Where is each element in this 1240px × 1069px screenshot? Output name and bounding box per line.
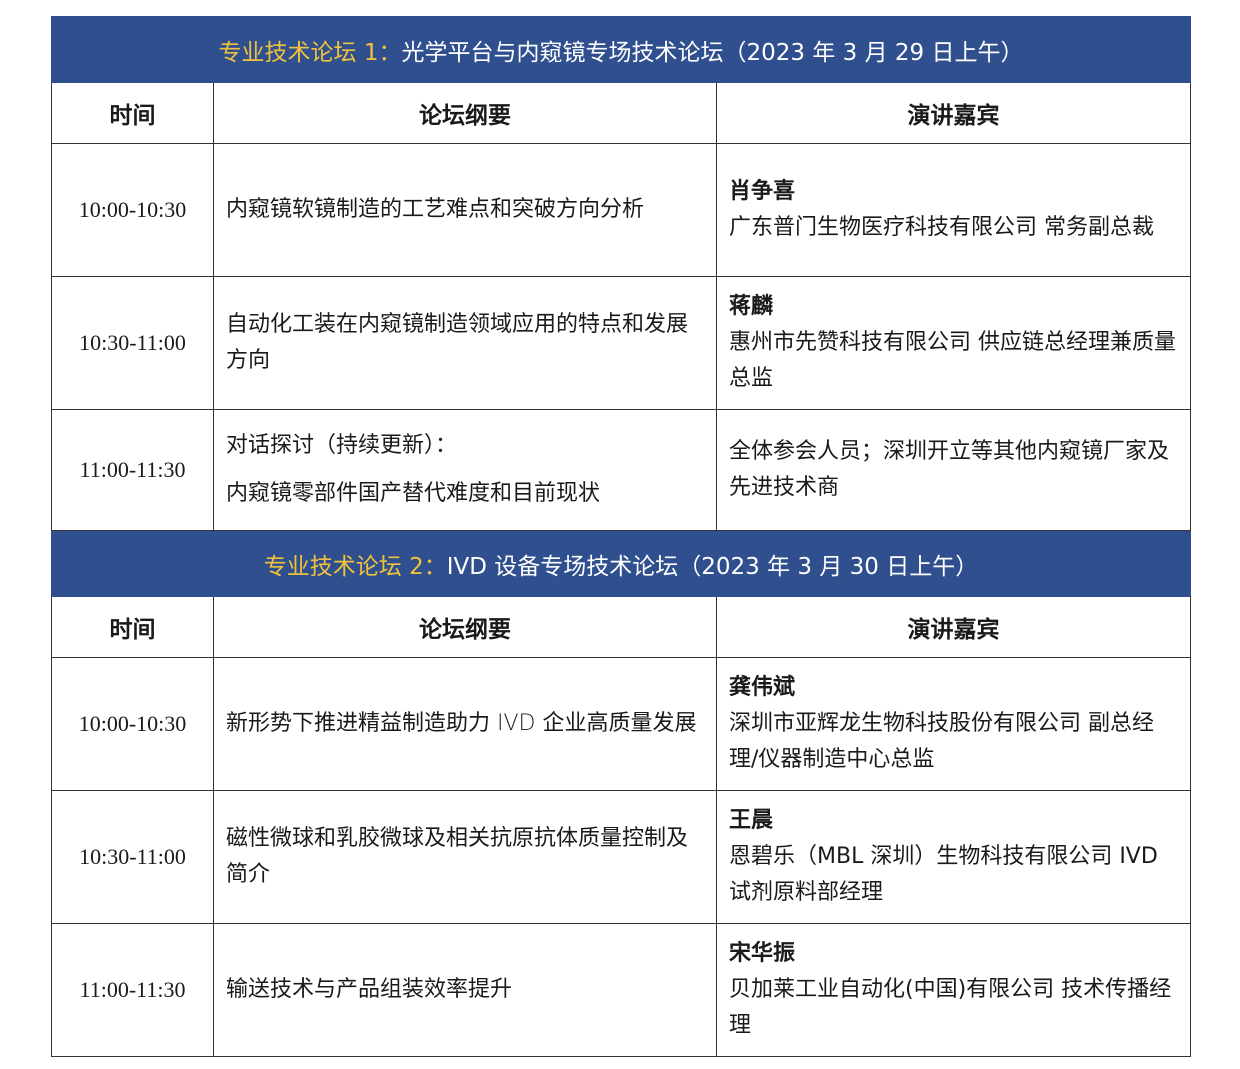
header-speaker: 演讲嘉宾: [715, 596, 1192, 658]
session-time: 10:30-11:00: [51, 276, 214, 410]
session-topic: 磁性微球和乳胶微球及相关抗原抗体质量控制及简介: [213, 790, 717, 924]
session-speaker: 王晨 恩碧乐（MBL 深圳）生物科技有限公司 IVD 试剂原料部经理: [715, 790, 1192, 924]
session-time: 11:00-11:30: [51, 923, 214, 1057]
forum-1-title: 光学平台与内窥镜专场技术论坛（2023 年 3 月 29 日上午）: [401, 39, 1024, 66]
session-time: 10:00-10:30: [51, 657, 214, 791]
session-speaker: 宋华振 贝加莱工业自动化(中国)有限公司 技术传播经理: [715, 923, 1192, 1057]
header-topic: 论坛纲要: [213, 82, 717, 144]
forum-1-banner-cell: 专业技术论坛 1：光学平台与内窥镜专场技术论坛（2023 年 3 月 29 日上…: [50, 16, 1192, 83]
session-speaker: 全体参会人员；深圳开立等其他内窥镜厂家及先进技术商: [715, 409, 1192, 531]
agenda-sheet: 专业技术论坛 1：光学平台与内窥镜专场技术论坛（2023 年 3 月 29 日上…: [50, 16, 1192, 1057]
table-row: 10:30-11:00 自动化工装在内窥镜制造领域应用的特点和发展方向 蒋麟 惠…: [51, 276, 1192, 410]
session-topic: 对话探讨（持续更新）： 内窥镜零部件国产替代难度和目前现状: [213, 409, 717, 531]
topic-line: 对话探讨（持续更新）：: [226, 433, 458, 458]
session-speaker: 肖争喜 广东普门生物医疗科技有限公司 常务副总裁: [715, 143, 1192, 277]
forum-2-banner-cell: 专业技术论坛 2：IVD 设备专场技术论坛（2023 年 3 月 30 日上午）: [50, 530, 1192, 597]
speaker-org: 广东普门生物医疗科技有限公司 常务副总裁: [729, 215, 1154, 240]
session-topic: 自动化工装在内窥镜制造领域应用的特点和发展方向: [213, 276, 717, 410]
session-time: 10:00-10:30: [51, 143, 214, 277]
speaker-org: 深圳市亚辉龙生物科技股份有限公司 副总经理/仪器制造中心总监: [729, 711, 1154, 772]
session-topic: 内窥镜软镜制造的工艺难点和突破方向分析: [213, 143, 717, 277]
speaker-name: 宋华振: [729, 941, 796, 966]
table-row: 11:00-11:30 输送技术与产品组装效率提升 宋华振 贝加莱工业自动化(中…: [51, 923, 1192, 1057]
table-row: 10:00-10:30 新形势下推进精益制造助力 IVD 企业高质量发展 龚伟斌…: [51, 657, 1192, 791]
header-topic: 论坛纲要: [213, 596, 717, 658]
speaker-org: 全体参会人员；深圳开立等其他内窥镜厂家及先进技术商: [729, 439, 1170, 500]
topic-line: 内窥镜零部件国产替代难度和目前现状: [226, 481, 601, 506]
speaker-name: 龚伟斌: [729, 675, 796, 700]
forum-1-banner: 专业技术论坛 1：光学平台与内窥镜专场技术论坛（2023 年 3 月 29 日上…: [50, 16, 1192, 83]
header-time: 时间: [51, 596, 214, 658]
session-speaker: 龚伟斌 深圳市亚辉龙生物科技股份有限公司 副总经理/仪器制造中心总监: [715, 657, 1192, 791]
speaker-org: 贝加莱工业自动化(中国)有限公司 技术传播经理: [729, 977, 1172, 1038]
speaker-org: 恩碧乐（MBL 深圳）生物科技有限公司 IVD 试剂原料部经理: [729, 844, 1158, 905]
session-time: 11:00-11:30: [51, 409, 214, 531]
forum-1-header-row: 时间 论坛纲要 演讲嘉宾: [51, 82, 1192, 144]
session-speaker: 蒋麟 惠州市先赞科技有限公司 供应链总经理兼质量总监: [715, 276, 1192, 410]
table-row: 10:30-11:00 磁性微球和乳胶微球及相关抗原抗体质量控制及简介 王晨 恩…: [51, 790, 1192, 924]
speaker-name: 蒋麟: [729, 294, 774, 319]
session-time: 10:30-11:00: [51, 790, 214, 924]
forum-2-label: 专业技术论坛 2：: [263, 553, 447, 580]
speaker-name: 肖争喜: [729, 179, 796, 204]
forum-1-label: 专业技术论坛 1：: [218, 39, 402, 66]
table-row: 11:00-11:30 对话探讨（持续更新）： 内窥镜零部件国产替代难度和目前现…: [51, 409, 1192, 531]
table-row: 10:00-10:30 内窥镜软镜制造的工艺难点和突破方向分析 肖争喜 广东普门…: [51, 143, 1192, 277]
forum-2-title: IVD 设备专场技术论坛（2023 年 3 月 30 日上午）: [446, 553, 979, 580]
session-topic: 输送技术与产品组装效率提升: [213, 923, 717, 1057]
speaker-org: 惠州市先赞科技有限公司 供应链总经理兼质量总监: [729, 330, 1176, 391]
forum-2-header-row: 时间 论坛纲要 演讲嘉宾: [51, 596, 1192, 658]
session-topic: 新形势下推进精益制造助力 IVD 企业高质量发展: [213, 657, 717, 791]
header-time: 时间: [51, 82, 214, 144]
forum-2-banner: 专业技术论坛 2：IVD 设备专场技术论坛（2023 年 3 月 30 日上午）: [50, 530, 1192, 597]
forum-agenda-table: 专业技术论坛 1：光学平台与内窥镜专场技术论坛（2023 年 3 月 29 日上…: [50, 16, 1192, 1057]
speaker-name: 王晨: [729, 808, 774, 833]
header-speaker: 演讲嘉宾: [715, 82, 1192, 144]
